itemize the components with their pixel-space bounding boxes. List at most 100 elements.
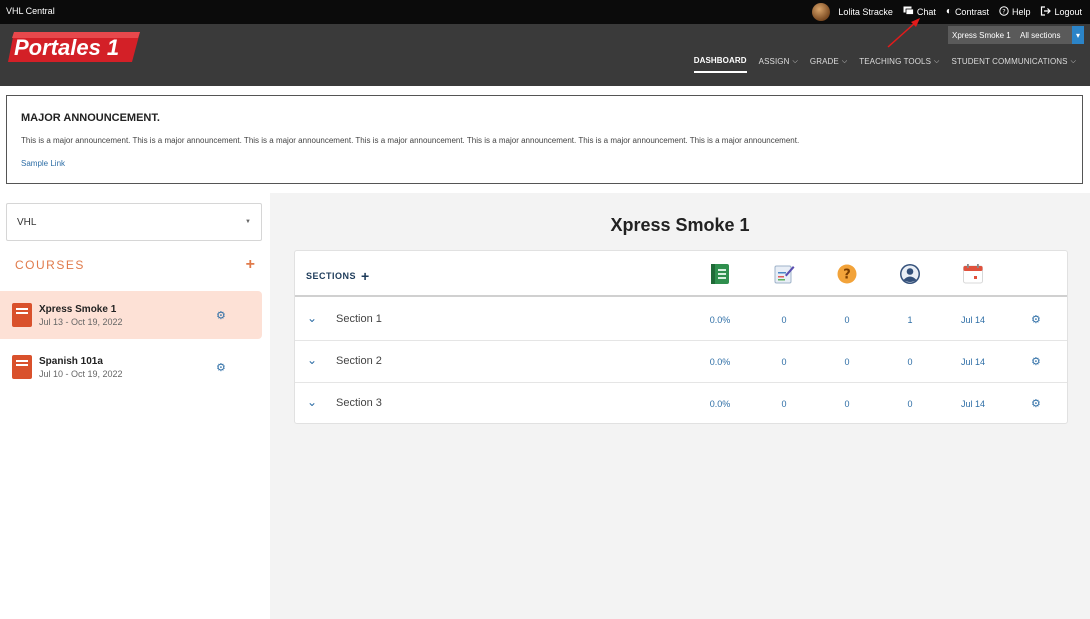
course-info: Xpress Smoke 1 Jul 13 - Oct 19, 2022: [39, 304, 216, 327]
gear-icon[interactable]: ⚙: [1031, 397, 1041, 410]
courses-label: COURSES: [15, 258, 85, 272]
dashboard-main: Xpress Smoke 1 SECTIONS + ? ⌄ Section 1 …: [270, 193, 1090, 619]
top-bar-actions: Lolita Stracke Chat ◐ Contrast ? Help Lo…: [812, 2, 1082, 22]
picker-sections: All sections: [1020, 30, 1061, 40]
section-name[interactable]: Section 1: [336, 313, 382, 325]
announcement-link[interactable]: Sample Link: [21, 159, 1068, 168]
announcement-banner: MAJOR ANNOUNCEMENT. This is a major anno…: [6, 95, 1083, 184]
section-students-count[interactable]: 0: [890, 399, 930, 409]
assignment-edit-icon: [774, 265, 795, 284]
contrast-button[interactable]: ◐ Contrast: [945, 6, 989, 18]
logout-icon: [1040, 5, 1052, 19]
section-grade[interactable]: 0.0%: [700, 399, 740, 409]
program-select[interactable]: VHL ▼: [6, 203, 262, 241]
course-info: Spanish 101a Jul 10 - Oct 19, 2022: [39, 356, 216, 379]
section-name[interactable]: Section 2: [336, 355, 382, 367]
section-grade[interactable]: 0.0%: [700, 315, 740, 325]
avatar: [812, 3, 831, 21]
calendar-icon: [963, 264, 983, 284]
course-dates: Jul 10 - Oct 19, 2022: [39, 368, 123, 379]
course-section-picker[interactable]: Xpress Smoke 1 All sections ▾: [948, 26, 1084, 44]
section-assignments-count[interactable]: 0: [764, 357, 804, 367]
course-sidebar: VHL ▼ COURSES + Xpress Smoke 1 Jul 13 - …: [0, 193, 270, 619]
section-grade[interactable]: 0.0%: [700, 357, 740, 367]
section-row: ⌄ Section 2 0.0% 0 0 0 Jul 14 ⚙: [295, 341, 1067, 383]
nav-assign-label: ASSIGN: [758, 57, 790, 66]
gear-icon[interactable]: ⚙: [216, 361, 262, 374]
course-item[interactable]: Xpress Smoke 1 Jul 13 - Oct 19, 2022 ⚙: [0, 291, 262, 339]
chevron-down-icon: ⌵: [792, 57, 798, 65]
chevron-down-icon[interactable]: ⌄: [307, 395, 317, 409]
nav-dashboard[interactable]: DASHBOARD: [693, 56, 747, 73]
nav-student-communications-label: STUDENT COMMUNICATIONS: [951, 57, 1068, 66]
contrast-icon: ◐: [945, 6, 952, 17]
nav-student-communications[interactable]: STUDENT COMMUNICATIONS ⌵: [951, 56, 1076, 73]
top-bar: VHL Central Lolita Stracke Chat ◐ Contra…: [0, 0, 1090, 24]
section-row: ⌄ Section 1 0.0% 0 0 1 Jul 14 ⚙: [295, 299, 1067, 341]
course-name: Xpress Smoke 1: [39, 303, 117, 315]
nav-dashboard-label: DASHBOARD: [693, 56, 747, 65]
courses-header: COURSES +: [15, 256, 255, 274]
section-students-count[interactable]: 1: [890, 315, 930, 325]
user-menu[interactable]: Lolita Stracke: [812, 3, 893, 21]
main-nav: DASHBOARD ASSIGN ⌵ GRADE ⌵ TEACHING TOOL…: [693, 56, 1076, 73]
picker-course: Xpress Smoke 1: [952, 30, 1011, 40]
nav-grade[interactable]: GRADE ⌵: [810, 56, 847, 73]
section-assignments-count[interactable]: 0: [764, 315, 804, 325]
gear-icon[interactable]: ⚙: [1031, 313, 1041, 326]
course-dates: Jul 13 - Oct 19, 2022: [39, 316, 123, 327]
nav-assign[interactable]: ASSIGN ⌵: [759, 56, 798, 73]
book-icon: [12, 303, 32, 327]
chevron-down-icon[interactable]: ⌄: [307, 353, 317, 367]
announcement-body: This is a major announcement. This is a …: [21, 136, 800, 145]
section-questions-count[interactable]: 0: [827, 315, 867, 325]
chevron-down-icon: ⌵: [1070, 57, 1076, 65]
question-icon: ?: [837, 264, 857, 284]
course-name: Spanish 101a: [39, 355, 103, 367]
logout-label: Logout: [1054, 7, 1082, 17]
sections-card: SECTIONS + ? ⌄ Section 1 0.0% 0 0 1 Jul …: [294, 250, 1068, 424]
user-icon: [900, 264, 920, 284]
book-icon: [12, 355, 32, 379]
svg-text:?: ?: [843, 268, 851, 283]
nav-grade-label: GRADE: [809, 57, 839, 66]
help-label: Help: [1011, 7, 1031, 17]
section-students-count[interactable]: 0: [890, 357, 930, 367]
add-course-button[interactable]: +: [246, 256, 255, 274]
section-questions-count[interactable]: 0: [827, 357, 867, 367]
section-date[interactable]: Jul 14: [953, 399, 993, 409]
section-date[interactable]: Jul 14: [953, 315, 993, 325]
gear-icon[interactable]: ⚙: [216, 309, 262, 322]
chevron-down-icon: ▼: [245, 219, 251, 225]
section-questions-count[interactable]: 0: [827, 399, 867, 409]
gear-icon[interactable]: ⚙: [1031, 355, 1041, 368]
sections-label-text: SECTIONS: [306, 271, 357, 281]
section-name[interactable]: Section 3: [336, 397, 382, 409]
gradebook-icon: [711, 264, 729, 284]
svg-text:?: ?: [1002, 7, 1005, 15]
chevron-down-icon: ⌵: [841, 57, 848, 65]
nav-teaching-tools-label: TEACHING TOOLS: [859, 57, 932, 66]
sections-header: SECTIONS + ?: [295, 251, 1067, 297]
help-button[interactable]: ? Help: [999, 5, 1031, 19]
help-icon: ?: [999, 5, 1009, 19]
sections-label: SECTIONS +: [306, 268, 370, 284]
app-header: Portales 1 Xpress Smoke 1 All sections ▾…: [0, 24, 1090, 86]
section-assignments-count[interactable]: 0: [764, 399, 804, 409]
chevron-down-icon: ⌵: [934, 57, 940, 65]
portales-logo[interactable]: Portales 1: [8, 30, 140, 64]
program-select-value: VHL: [17, 216, 37, 228]
brand-link[interactable]: VHL Central: [6, 6, 55, 16]
contrast-label: Contrast: [954, 7, 989, 17]
logout-button[interactable]: Logout: [1040, 5, 1082, 19]
section-row: ⌄ Section 3 0.0% 0 0 0 Jul 14 ⚙: [295, 383, 1067, 425]
annotation-arrow-icon: [887, 18, 920, 48]
add-section-button[interactable]: +: [361, 268, 370, 284]
section-date[interactable]: Jul 14: [953, 357, 993, 367]
course-item[interactable]: Spanish 101a Jul 10 - Oct 19, 2022 ⚙: [0, 343, 262, 391]
nav-teaching-tools[interactable]: TEACHING TOOLS ⌵: [859, 56, 939, 73]
page-title: Xpress Smoke 1: [610, 215, 750, 235]
logo-text: Portales 1: [14, 35, 119, 60]
chevron-down-icon[interactable]: ⌄: [307, 311, 317, 325]
chevron-down-icon: ▾: [1072, 26, 1084, 44]
